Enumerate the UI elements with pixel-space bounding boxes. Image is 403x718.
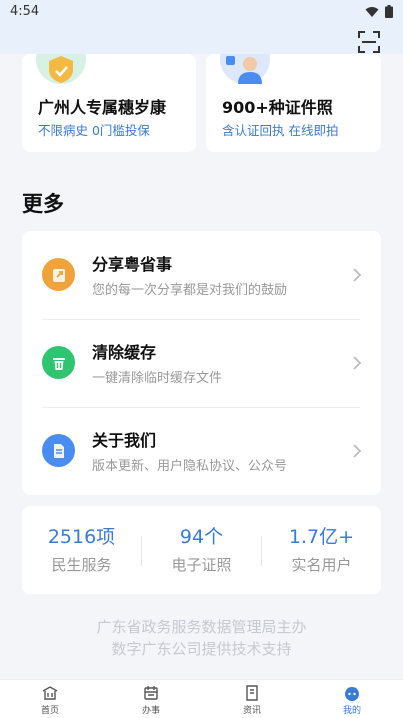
stat-value: 1.7亿+ xyxy=(288,526,355,548)
footer-organizer: 广东省政务服务数据管理局主办 xyxy=(96,618,307,636)
share-icon xyxy=(42,258,75,291)
stat-value: 94个 xyxy=(179,526,224,548)
stat-users: 1.7亿+ 实名用户 xyxy=(262,506,381,594)
promo-title: 广州人专属穗岁康 xyxy=(38,98,167,117)
chevron-right-icon xyxy=(353,268,362,282)
status-bar: 4:54 xyxy=(0,0,403,24)
battery-icon xyxy=(385,5,393,18)
scan-button[interactable] xyxy=(357,30,381,54)
status-icons xyxy=(365,5,393,18)
stat-value: 2516项 xyxy=(47,526,116,548)
tab-label: 我的 xyxy=(342,706,361,716)
more-item-label: 清除缓存 xyxy=(92,343,157,362)
more-item-share[interactable]: 分享粤省事 您的每一次分享都是对我们的鼓励 xyxy=(22,231,381,319)
chevron-right-icon xyxy=(353,444,362,458)
more-item-label: 关于我们 xyxy=(92,431,157,450)
more-item-clear-cache[interactable]: 清除缓存 一键清除临时缓存文件 xyxy=(22,319,381,407)
tab-label: 首页 xyxy=(40,706,59,716)
stat-services: 2516项 民生服务 xyxy=(22,506,141,594)
more-item-label: 分享粤省事 xyxy=(92,255,173,274)
bottom-tab-bar: 首页 办事 资讯 我的 xyxy=(0,679,403,718)
trash-icon xyxy=(42,346,75,379)
promo-card-insurance[interactable]: 广州人专属穗岁康 不限病史 0门槛投保 xyxy=(22,54,196,152)
tab-mine[interactable]: 我的 xyxy=(302,680,402,718)
shield-check-icon xyxy=(36,54,86,84)
more-item-about[interactable]: 关于我们 版本更新、用户隐私协议、公众号 xyxy=(22,407,381,495)
home-icon xyxy=(42,686,58,700)
promo-title: 900+种证件照 xyxy=(222,98,333,117)
tab-label: 资讯 xyxy=(242,706,261,716)
scan-icon xyxy=(358,31,380,53)
document-icon xyxy=(42,434,75,467)
promo-card-id-photo[interactable]: 900+种证件照 含认证回执 在线即拍 xyxy=(206,54,381,152)
profile-icon xyxy=(345,687,359,701)
promo-subtitle: 不限病史 0门槛投保 xyxy=(38,123,150,138)
status-time: 4:54 xyxy=(10,4,40,19)
stat-certificates: 94个 电子证照 xyxy=(142,506,261,594)
stats-card: 2516项 民生服务 94个 电子证照 1.7亿+ 实名用户 xyxy=(22,506,381,594)
stat-label: 电子证照 xyxy=(171,556,232,574)
tab-label: 办事 xyxy=(141,706,160,716)
tab-services[interactable]: 办事 xyxy=(101,680,201,718)
more-item-desc: 您的每一次分享都是对我们的鼓励 xyxy=(92,283,288,298)
tab-news[interactable]: 资讯 xyxy=(202,680,302,718)
promo-subtitle: 含认证回执 在线即拍 xyxy=(222,123,339,138)
top-header xyxy=(0,24,403,54)
tab-home[interactable]: 首页 xyxy=(0,680,100,718)
wifi-icon xyxy=(365,6,379,17)
footer-tech-support: 数字广东公司提供技术支持 xyxy=(111,640,292,658)
calendar-icon xyxy=(144,686,158,700)
section-title-more: 更多 xyxy=(22,192,64,216)
more-item-desc: 一键清除临时缓存文件 xyxy=(92,371,223,386)
chevron-right-icon xyxy=(353,356,362,370)
stat-label: 民生服务 xyxy=(51,556,112,574)
portrait-photo-icon xyxy=(220,54,270,84)
more-list: 分享粤省事 您的每一次分享都是对我们的鼓励 清除缓存 一键清除临时缓存文件 关于… xyxy=(22,231,381,495)
news-icon xyxy=(246,685,258,701)
more-item-desc: 版本更新、用户隐私协议、公众号 xyxy=(92,459,288,474)
stat-label: 实名用户 xyxy=(291,556,352,574)
